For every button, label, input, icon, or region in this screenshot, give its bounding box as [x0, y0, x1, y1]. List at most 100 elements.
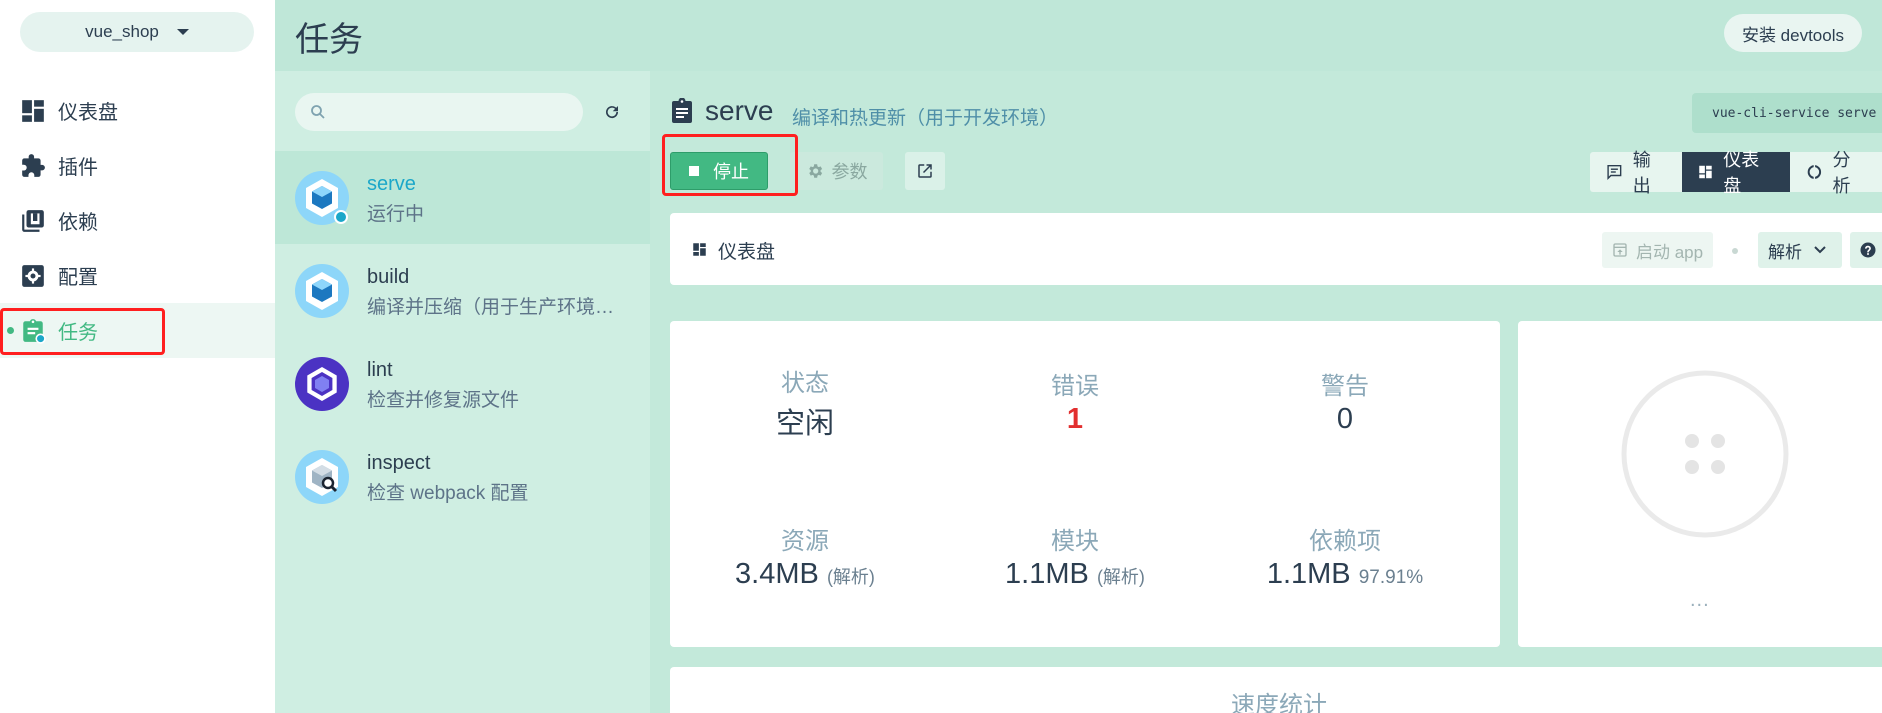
task-item-serve[interactable]: serve 运行中 — [275, 151, 650, 244]
task-item-lint[interactable]: lint 检查并修复源文件 — [275, 337, 650, 430]
stat-label: 状态 — [781, 370, 829, 397]
stat-assets: 资源 3.4MB (解析) — [670, 521, 940, 591]
task-item-build[interactable]: build 编译并压缩（用于生产环境… — [275, 244, 650, 337]
webpack-icon — [295, 171, 349, 225]
status-more-text: ... — [1690, 589, 1710, 611]
dashboard-icon — [20, 98, 46, 124]
dashboard-icon — [1699, 165, 1713, 179]
eslint-icon — [295, 357, 349, 411]
dashboard-icon — [692, 242, 707, 257]
tab-output[interactable]: 输出 — [1590, 150, 1683, 196]
launch-app-button[interactable]: 启动 app — [1602, 232, 1714, 268]
chevron-down-icon — [1814, 246, 1826, 254]
sidebar-item-configuration[interactable]: 配置 — [0, 248, 275, 303]
parameters-button[interactable]: 参数 — [790, 152, 883, 190]
task-item-inspect[interactable]: inspect 检查 webpack 配置 — [275, 430, 650, 523]
stat-label: 错误 — [1051, 373, 1099, 400]
task-subtitle: 编译和热更新（用于开发环境） — [792, 108, 1059, 129]
search-field[interactable] — [295, 93, 583, 131]
stat-value: 1.1MB — [1266, 558, 1351, 590]
open-external-button[interactable] — [905, 152, 945, 190]
select-value: 解析 — [1768, 242, 1802, 262]
separator-dot — [1732, 248, 1738, 254]
dashboard-toolbar: 仪表盘 启动 app 解析 — [670, 213, 1882, 285]
sidebar-item-tasks[interactable]: 任务 — [0, 303, 275, 358]
task-detail: serve 编译和热更新（用于开发环境） vue-cli-service ser… — [650, 71, 1882, 713]
task-name: lint — [367, 359, 393, 381]
sidebar-item-label: 任务 — [58, 322, 98, 344]
sidebar-item-label: 插件 — [58, 157, 98, 179]
stat-value: 1.1MB — [1005, 558, 1089, 590]
stat-label: 模块 — [1051, 528, 1099, 555]
open-in-browser-icon — [1613, 243, 1627, 257]
stat-modules: 模块 1.1MB (解析) — [940, 521, 1210, 591]
speed-stats-title: 速度统计 — [1231, 692, 1327, 713]
library-icon — [20, 208, 46, 234]
launch-app-label: 启动 app — [1636, 242, 1704, 262]
clipboard-icon — [670, 98, 694, 124]
stat-errors: 错误 1 — [940, 366, 1210, 436]
open-in-new-icon — [918, 164, 932, 178]
size-mode-select[interactable]: 解析 — [1758, 232, 1842, 268]
idle-status-icon — [1620, 369, 1790, 539]
stat-value: 0 — [1336, 403, 1354, 435]
search-input[interactable] — [335, 93, 575, 131]
stat-label: 依赖项 — [1309, 528, 1381, 555]
stat-label: 资源 — [781, 528, 829, 555]
top-bar: 任务 安装 devtools — [275, 0, 1882, 71]
task-description: 编译并压缩（用于生产环境… — [367, 297, 615, 318]
project-name: vue_shop — [85, 22, 159, 41]
stat-note: 97.91% — [1358, 567, 1424, 588]
refresh-button[interactable] — [595, 95, 629, 129]
task-description: 检查并修复源文件 — [367, 390, 520, 411]
sidebar-item-label: 依赖 — [58, 212, 98, 234]
clipboard-icon — [20, 318, 46, 344]
gear-icon — [808, 164, 822, 178]
command-chip: vue-cli-service serve — [1692, 93, 1882, 133]
help-button[interactable] — [1850, 232, 1882, 268]
refresh-icon — [606, 106, 619, 119]
task-name: inspect — [367, 452, 431, 474]
task-list: serve 运行中 build 编译并压缩（用于生产环境… lint 检查并修复… — [275, 71, 650, 713]
tab-label: 仪表盘 — [1723, 150, 1760, 196]
project-switcher[interactable]: vue_shop — [20, 12, 254, 52]
sidebar-item-label: 配置 — [58, 267, 98, 289]
stat-value: 1 — [1066, 403, 1084, 435]
settings-box-icon — [20, 263, 46, 289]
tab-dashboard[interactable]: 仪表盘 — [1682, 150, 1790, 196]
task-title: serve — [705, 95, 774, 126]
active-indicator — [7, 327, 14, 334]
stat-dependencies: 依赖项 1.1MB 97.91% — [1210, 521, 1480, 591]
speed-stats-card: 速度统计 — [670, 667, 1882, 713]
webpack-inspect-icon — [295, 450, 349, 504]
search-icon — [310, 104, 326, 120]
stat-value: 空闲 — [775, 408, 834, 440]
view-tabs: 输出 仪表盘 分析 — [1590, 150, 1882, 196]
webpack-icon — [295, 264, 349, 318]
sidebar-item-dependencies[interactable]: 依赖 — [0, 193, 275, 248]
tab-analyzer[interactable]: 分析 — [1789, 150, 1882, 196]
stop-button[interactable]: 停止 — [670, 152, 768, 190]
stat-note: (解析) — [1096, 567, 1145, 587]
stop-label: 停止 — [713, 162, 749, 182]
build-status-card: 状态 空闲 错误 1 警告 0 资源 3.4MB (解析) 模块 1.1MB (… — [670, 321, 1500, 647]
sidebar-item-plugins[interactable]: 插件 — [0, 138, 275, 193]
caret-down-icon — [176, 29, 189, 35]
task-description: 运行中 — [367, 204, 425, 225]
install-devtools-button[interactable]: 安装 devtools — [1723, 14, 1862, 52]
tab-label: 分析 — [1832, 150, 1851, 196]
page-title: 任务 — [295, 21, 363, 59]
task-name: build — [367, 266, 410, 288]
parameters-label: 参数 — [831, 162, 868, 182]
stop-icon — [689, 166, 699, 176]
stat-value: 3.4MB — [735, 558, 819, 590]
stat-status: 状态 空闲 — [670, 363, 940, 442]
stat-label: 警告 — [1321, 373, 1369, 400]
tab-label: 输出 — [1632, 150, 1651, 196]
task-name: serve — [367, 173, 416, 195]
task-description: 检查 webpack 配置 — [367, 483, 529, 504]
sidebar: vue_shop 仪表盘 插件 依赖 配置 任务 — [0, 0, 275, 713]
server-status-card: ... — [1518, 321, 1882, 647]
dashboard-title: 仪表盘 — [718, 242, 776, 263]
sidebar-item-dashboard[interactable]: 仪表盘 — [0, 83, 275, 138]
